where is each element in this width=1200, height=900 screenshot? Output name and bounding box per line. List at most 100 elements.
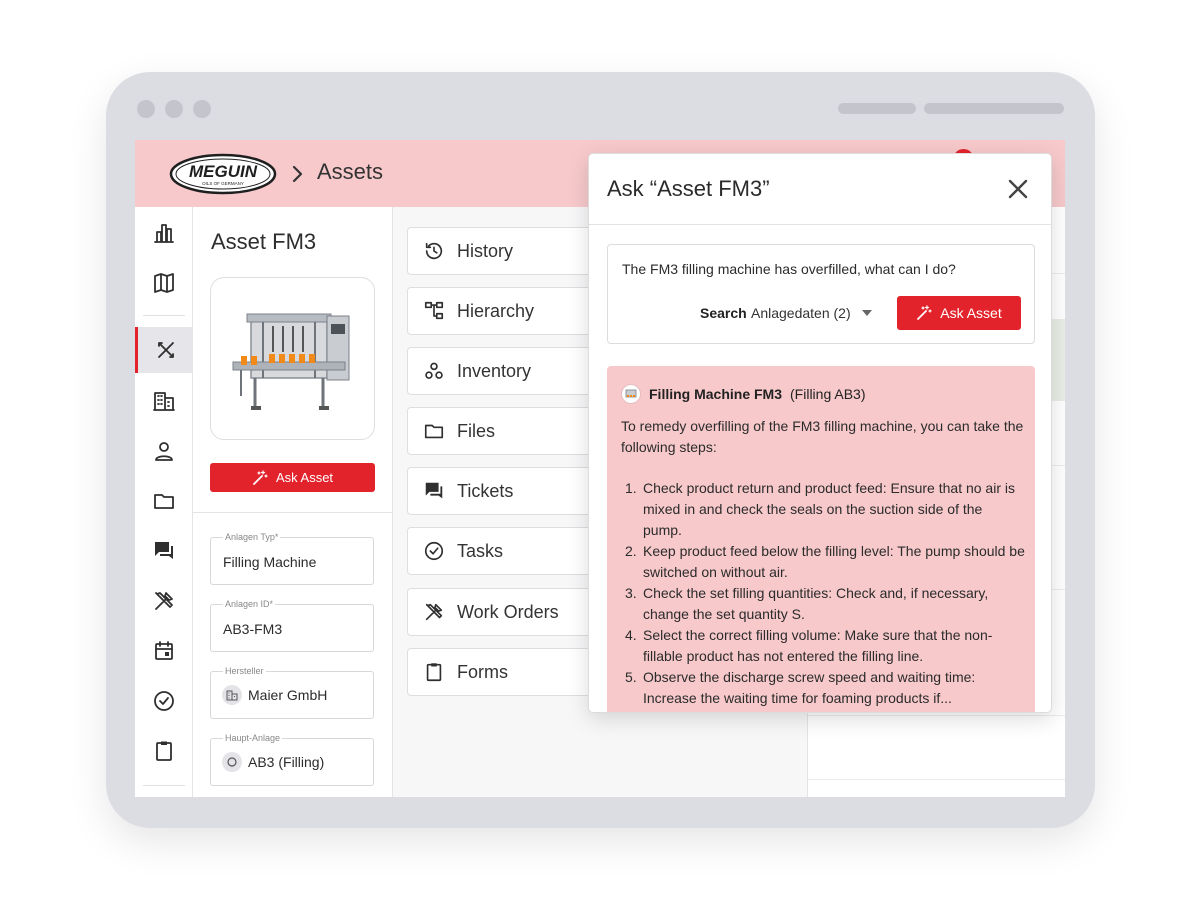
answer-steps: 1. Check product return and product feed:… xyxy=(621,478,1025,709)
answer-step: 5. Observe the discharge screw speed and … xyxy=(625,669,976,706)
divider xyxy=(193,512,393,513)
question-input[interactable]: The FM3 filling machine has overfilled, … xyxy=(607,244,1035,344)
window-dot xyxy=(193,100,211,118)
field-value: Filling Machine xyxy=(223,554,317,570)
sidebar-item-assets[interactable] xyxy=(135,327,193,373)
ask-asset-submit-button[interactable]: Ask Asset xyxy=(897,296,1021,330)
circle-icon xyxy=(222,752,242,772)
folder-icon xyxy=(154,494,174,509)
user-icon xyxy=(155,442,173,461)
close-icon[interactable] xyxy=(1006,177,1030,201)
sidebar-item-work-orders[interactable] xyxy=(135,578,193,624)
nav-item-inventory[interactable]: Inventory xyxy=(407,347,607,395)
nav-item-label: Tickets xyxy=(457,480,514,501)
answer-step-text: Check product return and product feed: E… xyxy=(643,480,1015,538)
nav-item-label: Work Orders xyxy=(457,601,559,622)
assets-tools-icon xyxy=(157,342,174,358)
clipboard-icon xyxy=(426,663,442,682)
dialog-title: Ask “Asset FM3” xyxy=(607,176,770,201)
breadcrumb[interactable]: Assets xyxy=(317,159,383,185)
field-label: Anlagen ID* xyxy=(223,599,276,609)
chart-bar-icon xyxy=(154,224,174,243)
answer-step: 4. Select the correct filling volume: Mak… xyxy=(625,627,993,664)
window-dot xyxy=(165,100,183,118)
nav-item-work-orders[interactable]: Work Orders xyxy=(407,588,607,636)
window-bar xyxy=(924,103,1064,114)
window-bar xyxy=(838,103,916,114)
field-value: AB3 (Filling) xyxy=(248,754,325,770)
ask-asset-label: Ask Asset xyxy=(275,470,334,485)
magic-wand-icon xyxy=(253,469,268,485)
field-label: Anlagen Typ* xyxy=(223,532,281,542)
ask-asset-label: Ask Asset xyxy=(940,305,1002,321)
sidebar-item-buildings[interactable] xyxy=(135,378,193,424)
nav-item-tickets[interactable]: Tickets xyxy=(407,467,607,515)
divider xyxy=(808,715,1065,716)
inventory-icon xyxy=(425,362,443,379)
answer-source-name: Filling Machine FM3 xyxy=(649,386,783,402)
field-value-row: AB3 (Filling) xyxy=(222,752,324,772)
answer-step: 2. Keep product feed below the filling le… xyxy=(625,543,1025,580)
nav-item-forms[interactable]: Forms xyxy=(407,648,607,696)
asset-image[interactable] xyxy=(210,277,375,440)
divider xyxy=(808,779,1065,780)
sidebar-item-tasks[interactable] xyxy=(135,678,193,724)
sidebar-item-dashboard[interactable] xyxy=(135,210,193,256)
search-label: Search xyxy=(700,305,747,321)
asset-id-field[interactable]: Anlagen ID* AB3-FM3 xyxy=(210,599,374,652)
divider xyxy=(143,785,185,786)
machine-thumbnail-icon xyxy=(621,384,641,404)
nav-item-label: Files xyxy=(457,420,496,441)
search-scope-select[interactable]: Anlagedaten (2) xyxy=(751,305,851,321)
folder-icon xyxy=(424,424,444,439)
sidebar-item-files[interactable] xyxy=(135,478,193,524)
filling-machine-image xyxy=(232,313,350,410)
hierarchy-icon xyxy=(424,301,444,320)
field-label: Hersteller xyxy=(223,666,266,676)
answer-step-text: Observe the discharge screw speed and wa… xyxy=(643,669,976,706)
caret-down-icon[interactable] xyxy=(862,310,872,316)
sidebar-item-calendar[interactable] xyxy=(135,628,193,674)
map-thumbnail[interactable] xyxy=(1051,319,1065,401)
sidebar-rail xyxy=(135,207,193,797)
magic-wand-icon xyxy=(917,305,932,320)
field-value: AB3-FM3 xyxy=(223,621,283,637)
building-icon xyxy=(153,392,175,411)
asset-detail-panel: Asset FM3 Ask Asset Anlagen Typ* Filling… xyxy=(193,207,393,797)
nav-item-tasks[interactable]: Tasks xyxy=(407,527,607,575)
question-text: The FM3 filling machine has overfilled, … xyxy=(622,261,956,277)
parent-asset-field[interactable]: Haupt-Anlage AB3 (Filling) xyxy=(210,733,374,786)
asset-type-field[interactable]: Anlagen Typ* Filling Machine xyxy=(210,532,374,585)
app-screen: MEGUIN OILS OF GERMANY Assets 9 xyxy=(135,140,1065,797)
chevron-right-icon xyxy=(292,165,303,183)
nav-item-history[interactable]: History xyxy=(407,227,607,275)
nav-item-label: Forms xyxy=(457,661,508,682)
sidebar-item-map[interactable] xyxy=(135,260,193,306)
wrench-hammer-icon xyxy=(155,592,173,610)
check-circle-icon xyxy=(424,541,444,561)
answer-intro: To remedy overfilling of the FM3 filling… xyxy=(621,418,1024,455)
chat-icon xyxy=(425,482,443,499)
nav-item-files[interactable]: Files xyxy=(407,407,607,455)
answer-step: 3. Check the set filling quantities: Chec… xyxy=(625,585,989,622)
nav-item-hierarchy[interactable]: Hierarchy xyxy=(407,287,607,335)
answer-step-text: Keep product feed below the filling leve… xyxy=(643,543,1025,580)
manufacturer-field[interactable]: Hersteller Maier GmbH xyxy=(210,666,374,719)
chat-icon xyxy=(155,542,173,559)
answer-source[interactable]: Filling Machine FM3 (Filling AB3) xyxy=(621,384,865,404)
sidebar-item-forms[interactable] xyxy=(135,728,193,774)
sidebar-item-tickets[interactable] xyxy=(135,528,193,574)
window-dot xyxy=(137,100,155,118)
answer-source-context: (Filling AB3) xyxy=(790,386,866,402)
nav-item-label: Inventory xyxy=(457,360,532,381)
nav-item-label: History xyxy=(457,240,514,261)
ask-asset-button[interactable]: Ask Asset xyxy=(210,463,375,492)
calendar-icon xyxy=(155,641,173,660)
svg-text:OILS OF GERMANY: OILS OF GERMANY xyxy=(202,181,244,186)
map-icon xyxy=(154,273,174,293)
tools-icon xyxy=(425,603,443,621)
nav-item-label: Hierarchy xyxy=(457,300,535,321)
brand-logo[interactable]: MEGUIN OILS OF GERMANY xyxy=(169,152,277,196)
field-value: Maier GmbH xyxy=(248,687,328,703)
sidebar-item-users[interactable] xyxy=(135,428,193,474)
